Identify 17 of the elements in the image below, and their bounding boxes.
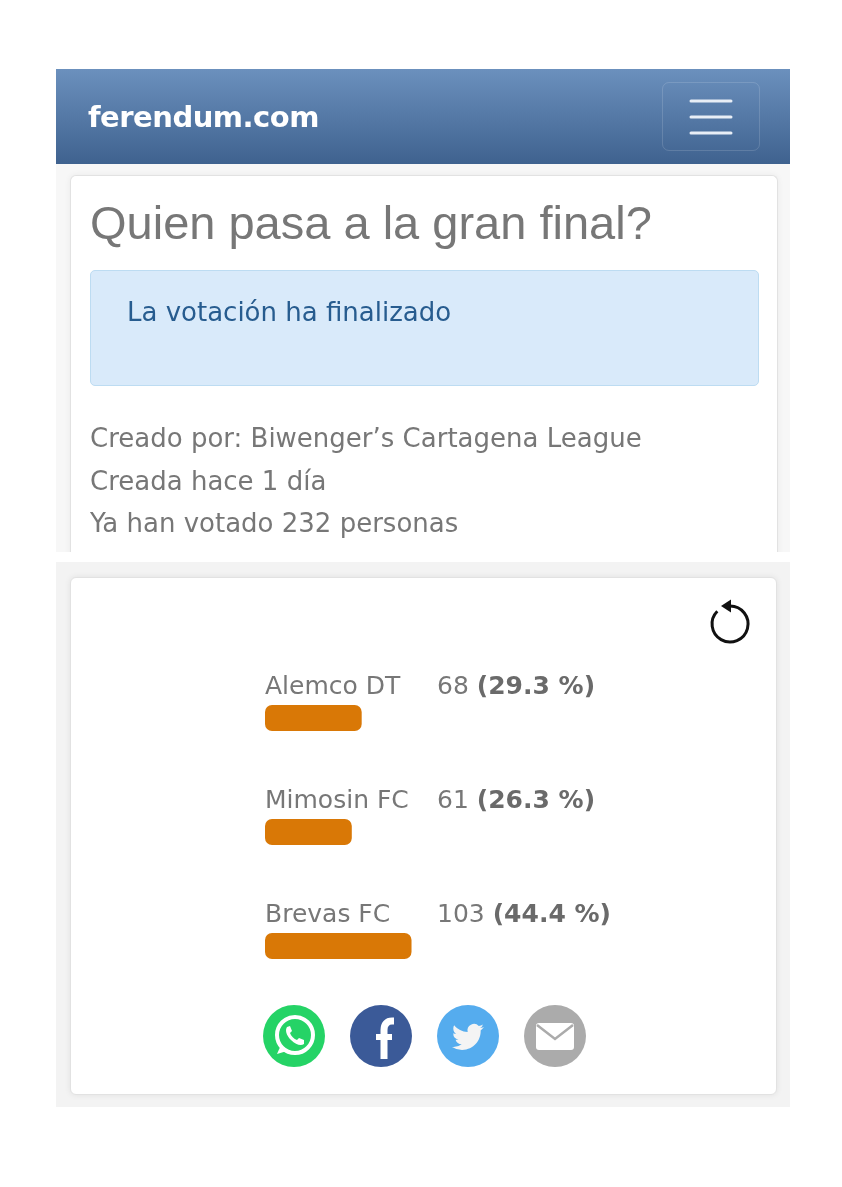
bird-icon[interactable] — [437, 1005, 499, 1067]
option-name: Alemco DT — [265, 670, 402, 702]
menu-icon — [689, 98, 733, 135]
vote-count: 61 (26.3 %) — [437, 784, 596, 816]
poll-detail: Creada hace 1 día — [90, 464, 328, 498]
site-logo[interactable]: ferendum.com — [88, 99, 319, 134]
option-name: Brevas FC — [265, 898, 392, 930]
status-alert: La votación ha finalizado — [90, 270, 759, 386]
vote-count: 68 (29.3 %) — [437, 670, 596, 702]
poll-title: Quien pasa a la gran final? — [90, 195, 653, 251]
facebook-icon[interactable] — [350, 1005, 412, 1067]
option-name: Mimosin FC — [265, 784, 410, 816]
poll-detail: Ya han votado 232 personas — [90, 507, 460, 540]
menu-button[interactable] — [662, 82, 760, 151]
vote-count: 103 (44.4 %) — [437, 898, 611, 930]
refresh-icon[interactable] — [708, 598, 752, 646]
poll-detail: Creado por: Biwenger’s Cartagena League — [90, 422, 643, 455]
